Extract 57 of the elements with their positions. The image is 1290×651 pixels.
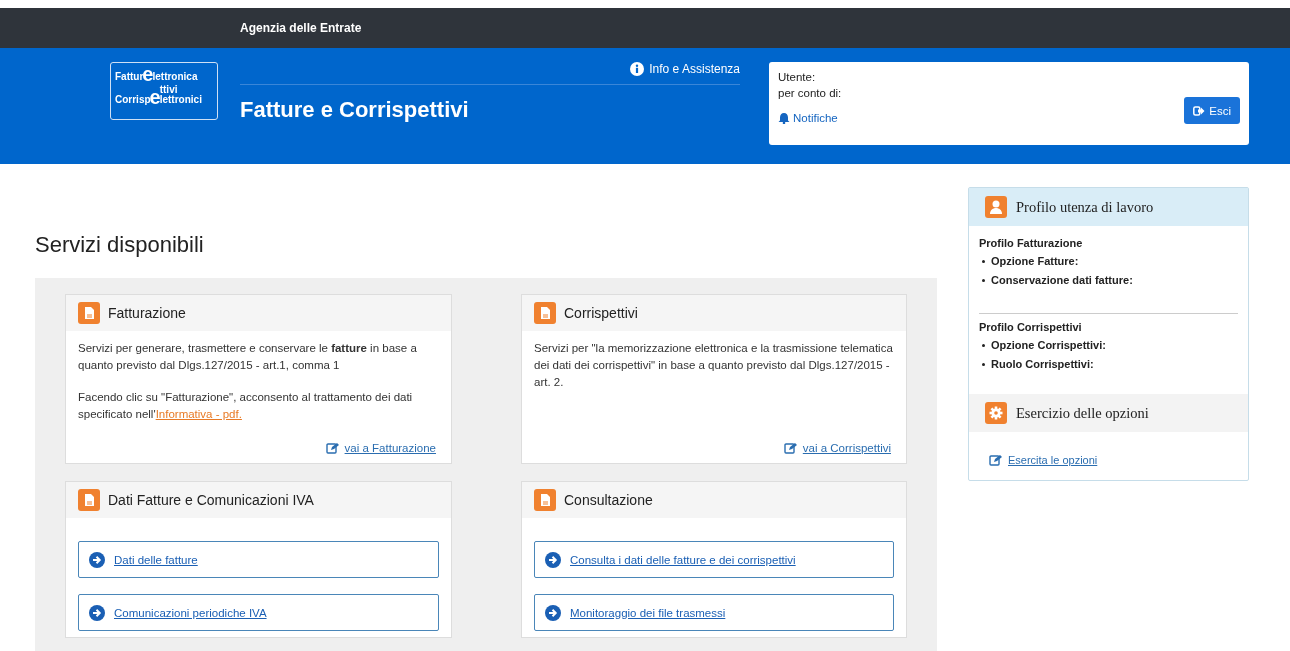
profile-field: Conservazione dati fatture: (991, 271, 1133, 290)
document-icon (78, 302, 100, 324)
arrow-right-icon (545, 551, 561, 568)
logout-button[interactable]: Esci (1184, 97, 1240, 124)
service-link[interactable]: vai a Fatturazione (325, 442, 436, 454)
agency-name[interactable]: Agenzia delle Entrate (240, 20, 362, 36)
user-label: Utente: (778, 70, 816, 85)
bell-icon (778, 112, 790, 124)
card-title: Corrispettivi (564, 305, 638, 321)
info-link[interactable]: Info e Assistenza (649, 62, 740, 76)
panel-title: Profilo utenza di lavoro (1016, 198, 1154, 216)
card-description: Facendo clic su "Fatturazione", acconsento al trattamento dei dati specificato nell'Informativa - pdf. (78, 390, 414, 422)
edit-icon (325, 442, 339, 454)
options-link[interactable]: Esercita le opzioni (989, 454, 1098, 466)
card-title: Fatturazione (108, 305, 186, 321)
edit-icon (989, 454, 1002, 466)
service-link-button[interactable]: Monitoraggio dei file trasmessi (534, 594, 894, 631)
app-title: Fatture e Corrispettivi (240, 97, 470, 123)
logo-text: Fattur (115, 71, 144, 82)
card-description: Servizi per generare, trasmettere e conservare le fatture in base a quanto previsto dal Dlgs.127/2015 - art.1, comma 1 (78, 341, 418, 373)
bullet-icon (982, 260, 985, 263)
user-label: per conto di: (778, 86, 842, 101)
notifications-link[interactable]: Notifiche (778, 112, 838, 124)
card-description: Servizi per "la memorizzazione elettronica e la trasmissione telematica dei dati dei corrispettivi" in base a quanto previsto dal Dlgs.127/2015 - art. 2. (534, 341, 894, 390)
arrow-right-icon (89, 551, 105, 568)
card-title: Dati Fatture e Comunicazioni IVA (108, 492, 314, 508)
info-icon (630, 62, 645, 76)
panel-title: Esercizio delle opzioni (1016, 404, 1149, 422)
arrow-right-icon (545, 604, 561, 621)
bullet-icon (982, 363, 985, 366)
bullet-icon (982, 344, 985, 347)
profile-field: Ruolo Corrispettivi: (991, 355, 1094, 374)
page-title: Servizi disponibili (35, 232, 204, 258)
arrow-right-icon (89, 604, 105, 621)
card-title: Consultazione (564, 492, 653, 508)
logout-icon (1193, 104, 1206, 117)
logo-text: lettronica (152, 71, 198, 82)
profile-group-title: Profilo Fatturazione (979, 236, 1084, 251)
profile-field: Opzione Fatture: (991, 252, 1079, 271)
service-link-button[interactable]: Comunicazioni periodiche IVA (78, 594, 439, 631)
logo-mark: e (149, 89, 161, 105)
document-icon (534, 302, 556, 324)
service-link[interactable]: vai a Corrispettivi (783, 442, 891, 454)
document-icon (534, 489, 556, 511)
edit-icon (783, 442, 797, 454)
service-link-button[interactable]: Consulta i dati delle fatture e dei corrispettivi (534, 541, 894, 578)
user-icon (985, 196, 1007, 218)
bullet-icon (982, 279, 985, 282)
logo-text: ttivi (159, 85, 179, 95)
logo-mark: e (142, 66, 154, 82)
document-icon (78, 489, 100, 511)
settings-icon (985, 402, 1007, 424)
profile-group-title: Profilo Corrispettivi (979, 320, 1083, 335)
profile-field: Opzione Corrispettivi: (991, 336, 1106, 355)
logo-text: Corrisp (115, 94, 151, 105)
service-link-button[interactable]: Dati delle fatture (78, 541, 439, 578)
logo-text: lettronici (159, 95, 202, 105)
